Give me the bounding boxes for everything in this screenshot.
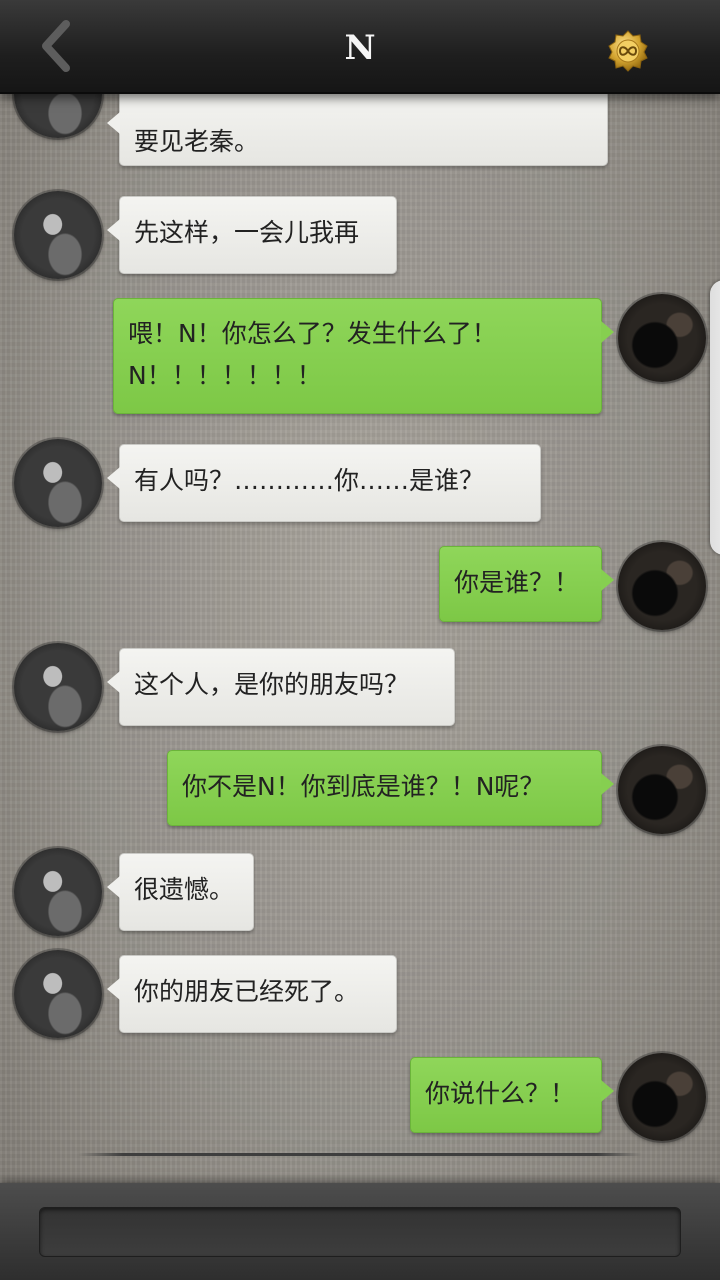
- message-bubble-incoming[interactable]: 这个人，是你的朋友吗？: [107, 648, 455, 726]
- message-bubble-outgoing[interactable]: 喂！N！你怎么了？发生什么了！ N！！！！！！！: [113, 298, 614, 414]
- message-bubble-incoming[interactable]: 要见老秦。: [107, 89, 608, 166]
- message-text: 你不是N！你到底是谁？！N呢？: [182, 772, 545, 801]
- message-text: 你的朋友已经死了。: [134, 977, 360, 1006]
- contact-avatar[interactable]: [14, 439, 102, 527]
- message-text: 这个人，是你的朋友吗？: [134, 670, 410, 699]
- my-avatar[interactable]: [618, 746, 706, 834]
- message-text: 你是谁？！: [454, 568, 580, 597]
- my-avatar[interactable]: [618, 294, 706, 382]
- message-bubble-outgoing[interactable]: 你说什么？！: [410, 1057, 614, 1133]
- top-bar: N: [0, 0, 720, 94]
- contact-avatar[interactable]: [14, 950, 102, 1038]
- message-bubble-incoming[interactable]: 很遗憾。: [107, 853, 254, 931]
- message-text: 你说什么？！: [425, 1079, 576, 1108]
- message-bubble-incoming[interactable]: 你的朋友已经死了。: [107, 955, 397, 1033]
- infinity-coin-icon: [607, 30, 649, 76]
- side-drawer-handle[interactable]: [710, 280, 720, 555]
- message-text-line-1: 喂！N！你怎么了？发生什么了！: [128, 319, 497, 348]
- contact-avatar[interactable]: [14, 848, 102, 936]
- message-text: 先这样，一会儿我再: [134, 218, 360, 247]
- message-bubble-outgoing[interactable]: 你是谁？！: [439, 546, 614, 622]
- my-avatar[interactable]: [618, 1053, 706, 1141]
- message-input[interactable]: [39, 1207, 681, 1257]
- my-avatar[interactable]: [618, 542, 706, 630]
- contact-avatar[interactable]: [14, 643, 102, 731]
- typing-divider: [78, 1153, 642, 1156]
- contact-avatar[interactable]: [14, 191, 102, 279]
- message-text: 要见老秦。: [134, 127, 260, 156]
- chat-area[interactable]: 要见老秦。 先这样，一会儿我再 喂！N！你怎么了？发生什么了！ N！！！！！！！…: [0, 0, 720, 1180]
- message-text-line-2: N！！！！！！！: [128, 361, 322, 390]
- message-bubble-incoming[interactable]: 先这样，一会儿我再: [107, 196, 397, 274]
- message-bubble-outgoing[interactable]: 你不是N！你到底是谁？！N呢？: [167, 750, 614, 826]
- message-text: 有人吗？…………你……是谁？: [134, 466, 485, 495]
- message-bubble-incoming[interactable]: 有人吗？…………你……是谁？: [107, 444, 541, 522]
- message-text: 很遗憾。: [134, 875, 235, 904]
- infinity-coin-button[interactable]: [607, 30, 649, 72]
